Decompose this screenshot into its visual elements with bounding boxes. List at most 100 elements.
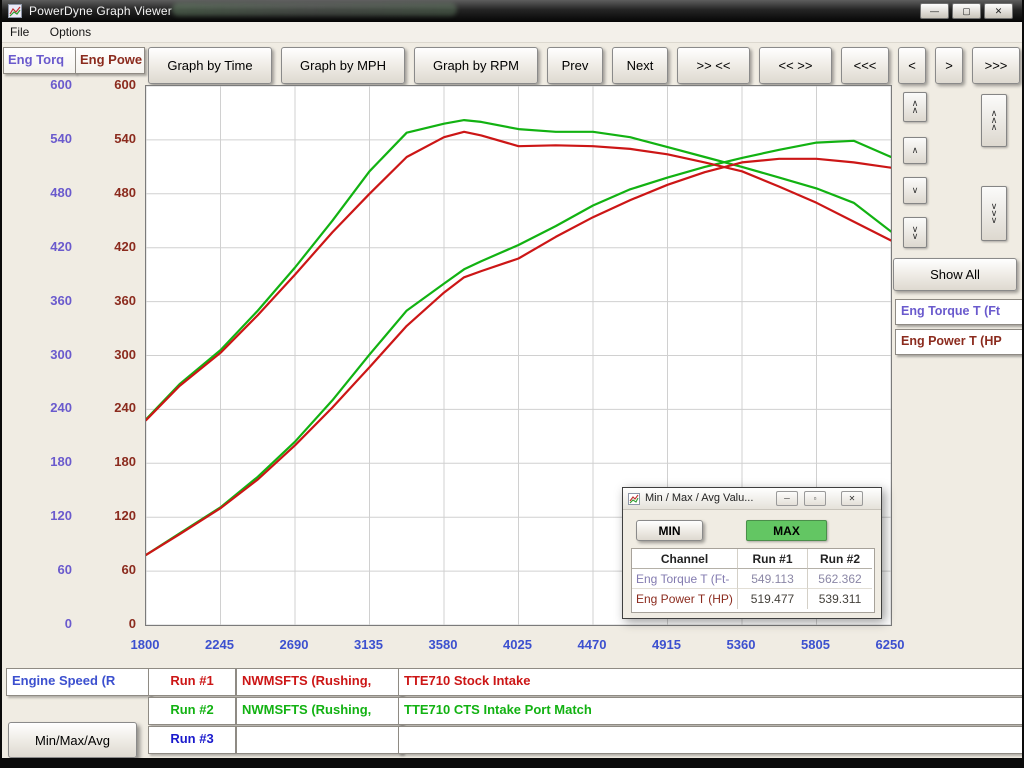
axis-scale-down-button[interactable]: ∨ <box>903 177 927 204</box>
rpm-axis-tick-3135: 3135 <box>341 637 397 652</box>
app-icon <box>8 4 22 18</box>
titlebar[interactable]: PowerDyne Graph Viewer — ▢ ✕ <box>2 0 1022 22</box>
power-axis-tick-120: 120 <box>82 508 136 524</box>
zoom-out-button[interactable]: << >> <box>759 47 832 84</box>
torque-axis-tick-300: 300 <box>18 347 72 363</box>
rpm-axis-tick-5805: 5805 <box>788 637 844 652</box>
power-axis-tick-420: 420 <box>82 239 136 255</box>
legend-eng-torque[interactable]: Eng Torque T (Ft <box>895 299 1022 325</box>
rpm-axis-tick-5360: 5360 <box>713 637 769 652</box>
minmax-row-torque-channel: Eng Torque T (Ft- <box>632 569 738 589</box>
minmax-row-torque-run2-value: 562.362 <box>808 569 872 589</box>
minmax-window-icon <box>628 492 640 504</box>
run3-source-field <box>236 726 403 754</box>
minmax-row-power-run1-value: 519.477 <box>738 589 808 609</box>
show-all-button[interactable]: Show All <box>893 258 1017 291</box>
minmax-table: Channel Run #1 Run #2 Eng Torque T (Ft- … <box>631 548 875 613</box>
torque-axis-tick-480: 480 <box>18 185 72 201</box>
minmax-col-run2: Run #2 <box>808 549 872 569</box>
torque-axis-tick-120: 120 <box>18 508 72 524</box>
power-axis-tick-180: 180 <box>82 454 136 470</box>
titlebar-blur-artifact <box>172 3 457 16</box>
power-axis-tick-540: 540 <box>82 131 136 147</box>
pan-far-left-button[interactable]: <<< <box>841 47 889 84</box>
minmax-row-torque-run1-value: 549.113 <box>738 569 808 589</box>
run1-label[interactable]: Run #1 <box>148 668 236 696</box>
power-axis-tick-600: 600 <box>82 77 136 93</box>
minmax-col-run1: Run #1 <box>738 549 808 569</box>
prev-button[interactable]: Prev <box>547 47 603 84</box>
minimize-button[interactable]: — <box>920 3 949 19</box>
run1-source-field: NWMSFTS (Rushing, <box>236 668 403 696</box>
menubar: File Options <box>2 22 1022 43</box>
maximize-button[interactable]: ▢ <box>952 3 981 19</box>
rpm-axis-tick-6250: 6250 <box>862 637 918 652</box>
rpm-axis-tick-2690: 2690 <box>266 637 322 652</box>
app-window: PowerDyne Graph Viewer — ▢ ✕ File Option… <box>2 0 1022 758</box>
rpm-axis-tick-4915: 4915 <box>639 637 695 652</box>
torque-axis-tick-600: 600 <box>18 77 72 93</box>
graph-by-time-button[interactable]: Graph by Time <box>148 47 272 84</box>
rpm-x-axis: 1800224526903135358040254470491553605805… <box>145 637 890 655</box>
rpm-axis-tick-1800: 1800 <box>117 637 173 652</box>
torque-axis-tick-180: 180 <box>18 454 72 470</box>
run2-source-field: NWMSFTS (Rushing, <box>236 697 403 725</box>
pan-right-button[interactable]: > <box>935 47 963 84</box>
power-y-axis: 060120180240300360420480540600 <box>82 85 136 624</box>
axis-scale-down-fast-button[interactable]: ∨ ∨ <box>903 217 927 248</box>
pan-left-button[interactable]: < <box>898 47 926 84</box>
axis-scale-up-fast-button[interactable]: ∧ ∧ <box>903 92 927 122</box>
axis-scale-up-button[interactable]: ∧ <box>903 137 927 164</box>
power-axis-tick-60: 60 <box>82 562 136 578</box>
torque-y-axis: 060120180240300360420480540600 <box>18 85 72 624</box>
rpm-axis-tick-3580: 3580 <box>415 637 471 652</box>
x-channel-field[interactable]: Engine Speed (R <box>6 668 151 696</box>
axis-tab-torque[interactable]: Eng Torq <box>3 47 76 74</box>
torque-axis-tick-360: 360 <box>18 293 72 309</box>
minmax-close-button[interactable]: ✕ <box>841 491 863 506</box>
minmax-window: Min / Max / Avg Valu... ─ ▫ ✕ MIN MAX Ch… <box>622 487 882 619</box>
graph-by-mph-button[interactable]: Graph by MPH <box>281 47 405 84</box>
pan-far-right-button[interactable]: >>> <box>972 47 1020 84</box>
torque-axis-tick-60: 60 <box>18 562 72 578</box>
graph-by-rpm-button[interactable]: Graph by RPM <box>414 47 538 84</box>
minmax-row-power-channel: Eng Power T (HP) <box>632 589 738 609</box>
run3-label[interactable]: Run #3 <box>148 726 236 754</box>
power-axis-tick-240: 240 <box>82 400 136 416</box>
minmax-col-channel: Channel <box>632 549 738 569</box>
min-button[interactable]: MIN <box>636 520 703 541</box>
rpm-axis-tick-4025: 4025 <box>490 637 546 652</box>
run3-description-field <box>398 726 1022 754</box>
power-axis-tick-360: 360 <box>82 293 136 309</box>
minmax-window-title: Min / Max / Avg Valu... <box>645 492 753 504</box>
rpm-axis-tick-4470: 4470 <box>564 637 620 652</box>
next-button[interactable]: Next <box>612 47 668 84</box>
menu-file[interactable]: File <box>2 22 37 42</box>
run1-description-field: TTE710 Stock Intake <box>398 668 1022 696</box>
legend-eng-power[interactable]: Eng Power T (HP <box>895 329 1022 355</box>
power-axis-tick-480: 480 <box>82 185 136 201</box>
axis-tab-power[interactable]: Eng Powe <box>75 47 145 74</box>
run2-label[interactable]: Run #2 <box>148 697 236 725</box>
menu-options[interactable]: Options <box>42 22 99 42</box>
window-title: PowerDyne Graph Viewer <box>29 4 172 18</box>
torque-axis-tick-540: 540 <box>18 131 72 147</box>
minmax-restore-button[interactable]: ▫ <box>804 491 826 506</box>
minmax-minimize-button[interactable]: ─ <box>776 491 798 506</box>
torque-axis-tick-0: 0 <box>18 616 72 632</box>
close-button[interactable]: ✕ <box>984 3 1013 19</box>
torque-axis-tick-420: 420 <box>18 239 72 255</box>
run2-description-field: TTE710 CTS Intake Port Match <box>398 697 1022 725</box>
minmax-row-power-run2-value: 539.311 <box>808 589 872 609</box>
rpm-axis-tick-2245: 2245 <box>192 637 248 652</box>
minmaxavg-button[interactable]: Min/Max/Avg <box>8 722 137 758</box>
max-button[interactable]: MAX <box>746 520 827 541</box>
minmax-titlebar[interactable]: Min / Max / Avg Valu... ─ ▫ ✕ <box>623 488 881 510</box>
power-axis-tick-0: 0 <box>82 616 136 632</box>
toolbar: Graph by TimeGraph by MPHGraph by RPMPre… <box>148 47 1020 84</box>
torque-axis-tick-240: 240 <box>18 400 72 416</box>
power-axis-tick-300: 300 <box>82 347 136 363</box>
axis-expand-bottom-button[interactable]: ∨ ∨ ∨ <box>981 186 1007 241</box>
axis-expand-top-button[interactable]: ∧ ∧ ∧ <box>981 94 1007 147</box>
zoom-in-button[interactable]: >> << <box>677 47 750 84</box>
